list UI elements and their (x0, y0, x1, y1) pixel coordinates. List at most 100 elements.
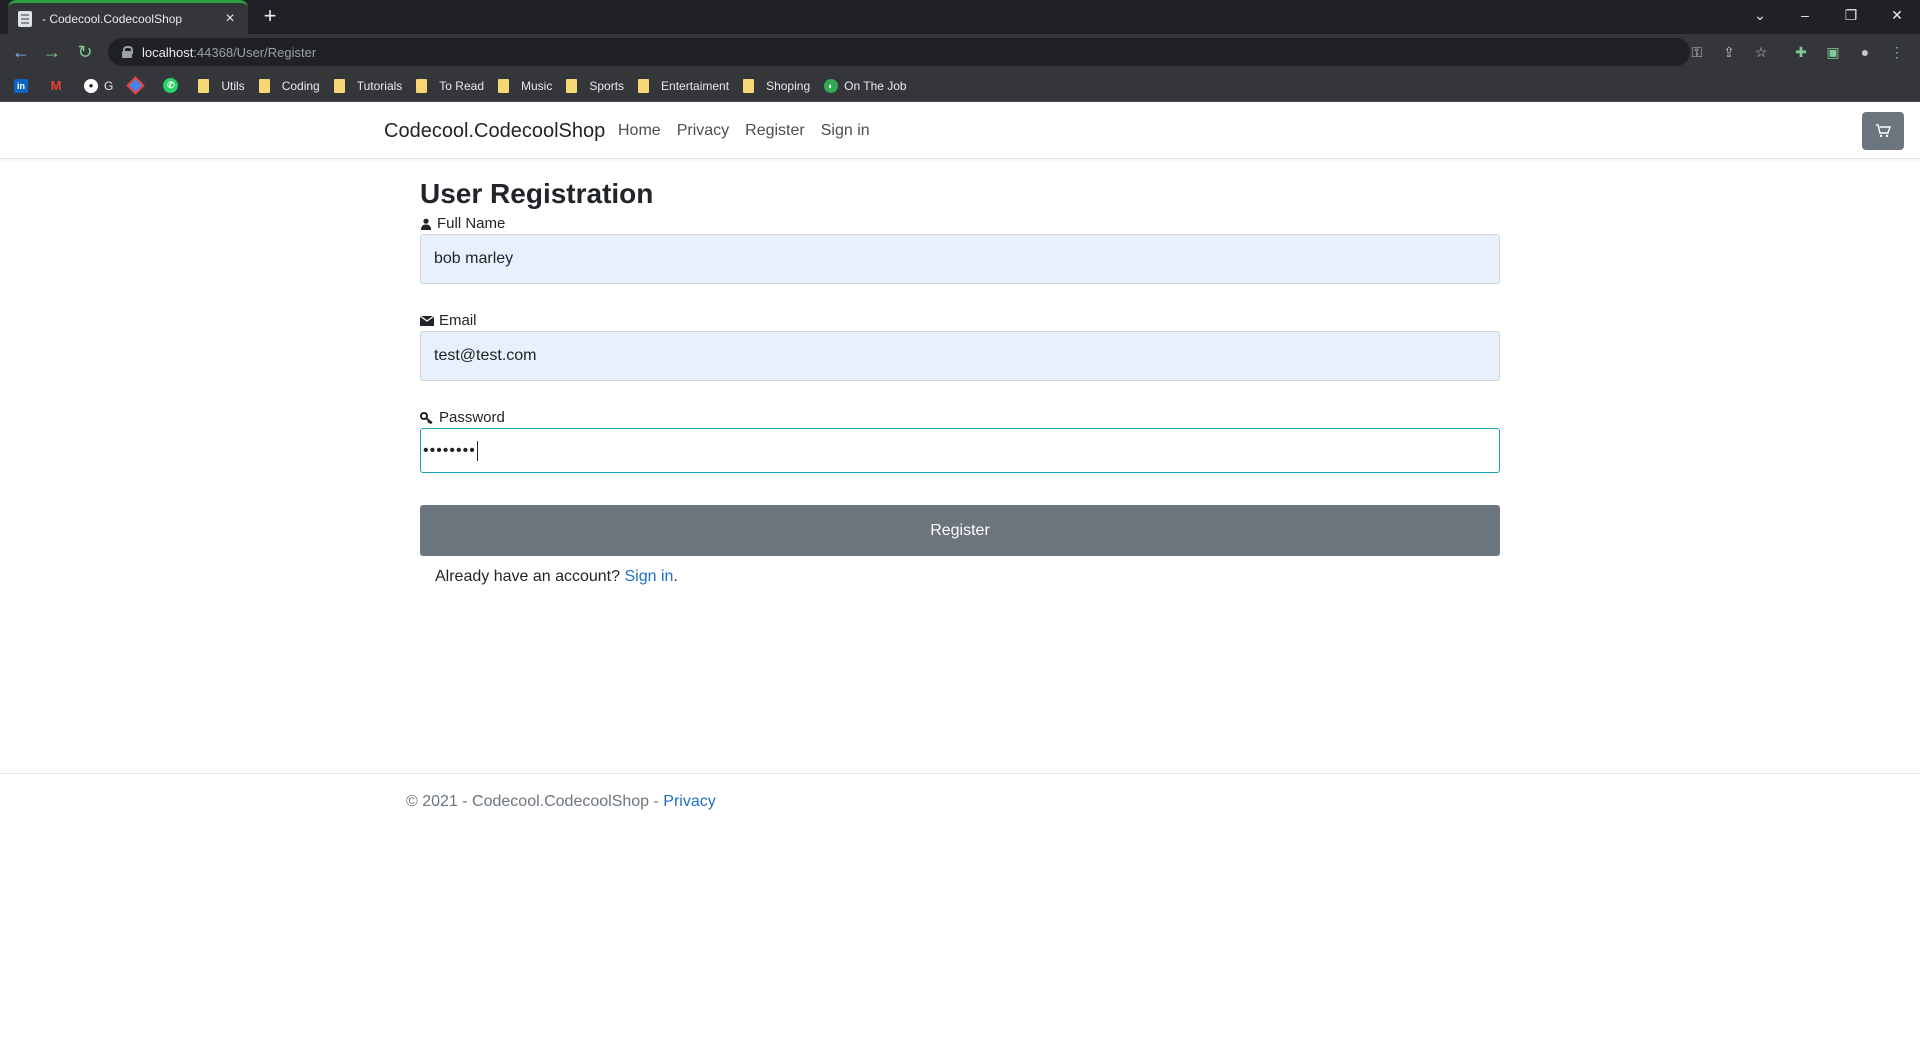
url-host: localhost (142, 44, 194, 60)
email-input[interactable]: test@test.com (420, 331, 1500, 381)
menu-icon[interactable]: ⋮ (1887, 42, 1907, 62)
full-name-label-text: Full Name (437, 214, 506, 232)
whatsapp-icon: ✆ (163, 78, 179, 93)
signin-link[interactable]: Sign in (624, 568, 673, 585)
signin-period: . (673, 568, 678, 585)
bookmark-folder-utils[interactable]: Utils (198, 78, 245, 93)
bookmark-folder-coding[interactable]: Coding (258, 78, 320, 93)
tab-search-icon[interactable]: ⌄ (1737, 0, 1783, 30)
bookmark-label: Entertaiment (661, 78, 730, 93)
nav-privacy[interactable]: Privacy (677, 122, 729, 140)
bookmark-label: On The Job (844, 78, 907, 93)
bookmark-label: Music (521, 78, 553, 93)
profile-avatar[interactable]: ● (1855, 42, 1875, 62)
folder-icon (333, 78, 345, 93)
bookmark-linkedin[interactable]: in (14, 78, 34, 93)
bookmark-folder-entertaiment[interactable]: Entertaiment (638, 78, 730, 93)
linkedin-icon: in (14, 78, 28, 93)
bookmark-folder-tutorials[interactable]: Tutorials (333, 78, 403, 93)
new-tab-button[interactable]: + (258, 5, 282, 29)
email-label-text: Email (439, 311, 477, 329)
cart-icon (1876, 124, 1891, 138)
register-button[interactable]: Register (420, 505, 1500, 556)
password-value: •••••••• (423, 441, 476, 459)
page-title: User Registration (420, 178, 654, 209)
bookmark-folder-music[interactable]: Music (498, 78, 553, 93)
registration-form: User Registration Full Name bob marley E… (419, 177, 1500, 586)
minimize-button[interactable]: – (1782, 0, 1828, 30)
folder-icon (198, 78, 210, 93)
password-label: Password (420, 407, 1500, 427)
star-icon[interactable]: ☆ (1751, 42, 1771, 62)
close-tab-icon[interactable]: × (222, 10, 238, 27)
signin-prompt: Already have an account? Sign in. (435, 568, 1500, 586)
address-bar[interactable]: localhost :44368/User/Register (108, 38, 1690, 66)
bookmark-label: Coding (281, 78, 320, 93)
site-navbar: Codecool.CodecoolShop Home Privacy Regis… (0, 103, 1920, 159)
envelope-icon (419, 314, 435, 326)
bookmark-label: G (104, 78, 114, 93)
browser-toolbar: ← → ↻ localhost :44368/User/Register ⚿ ⇪… (0, 34, 1920, 70)
folder-icon (498, 78, 509, 93)
full-name-input[interactable]: bob marley (420, 234, 1500, 284)
bookmark-whatsapp[interactable]: ✆ (163, 78, 184, 93)
nav-register[interactable]: Register (745, 122, 805, 140)
bookmark-label: Tutorials (356, 78, 403, 93)
folder-icon (638, 78, 650, 93)
window-close-button[interactable]: ✕ (1874, 0, 1920, 30)
nav-links: Home Privacy Register Sign in (618, 122, 886, 140)
password-input[interactable]: •••••••• (420, 428, 1500, 473)
bookmark-gmail[interactable]: M (48, 78, 70, 94)
key-icon[interactable]: ⚿ (1687, 42, 1707, 62)
email-value: test@test.com (434, 347, 537, 364)
bookmark-folder-shoping[interactable]: Shoping (743, 78, 811, 93)
back-icon[interactable]: ← (10, 41, 32, 63)
user-icon (420, 217, 432, 230)
nav-sign-in[interactable]: Sign in (821, 122, 870, 140)
bookmark-github[interactable]: ● G (84, 78, 114, 93)
lock-icon (122, 46, 133, 58)
site-footer: © 2021 - Codecool.CodecoolShop - Privacy (0, 773, 1920, 833)
full-name-label: Full Name (420, 213, 1500, 233)
gmail-icon: M (50, 78, 62, 93)
footer-copyright: © 2021 - Codecool.CodecoolShop - (406, 793, 664, 810)
folder-icon (743, 78, 755, 93)
folder-icon (566, 78, 578, 93)
bookmark-folder-sports[interactable]: Sports (566, 78, 625, 93)
browser-tab[interactable]: - Codecool.CodecoolShop × (8, 0, 248, 34)
bookmark-label: To Read (439, 78, 484, 93)
globe-icon: ◐ (824, 78, 839, 93)
folder-icon (416, 78, 428, 93)
key-icon (420, 411, 434, 425)
bookmarks-bar: in M ● G ✆ Utils Coding Tutorials To Read… (0, 70, 1920, 102)
folder-icon (258, 78, 270, 93)
bookmark-label: Sports (589, 78, 625, 93)
bookmark-folder-to-read[interactable]: To Read (416, 78, 484, 93)
bookmark-label: Shoping (766, 78, 811, 93)
email-label: Email (419, 310, 1500, 330)
browser-tabstrip: - Codecool.CodecoolShop × + ⌄ – ❐ ✕ (0, 0, 1920, 34)
cart-button[interactable] (1862, 112, 1904, 150)
extensions-icon[interactable]: ✚ (1791, 42, 1811, 62)
site-brand[interactable]: Codecool.CodecoolShop (384, 120, 605, 143)
text-caret (476, 440, 478, 461)
sidepanel-icon[interactable]: ▣ (1823, 42, 1843, 62)
url-path: :44368/User/Register (193, 44, 317, 60)
password-label-text: Password (439, 408, 505, 426)
restore-button[interactable]: ❐ (1828, 0, 1874, 30)
footer-privacy-link[interactable]: Privacy (663, 793, 715, 810)
github-icon: ● (84, 78, 98, 93)
nav-home[interactable]: Home (618, 122, 661, 140)
diamond-app-icon (127, 78, 143, 94)
bookmark-on-the-job[interactable]: ◐ On The Job (824, 78, 907, 93)
footer-text: © 2021 - Codecool.CodecoolShop - Privacy (406, 793, 716, 811)
already-text: Already have an account? (435, 568, 621, 585)
full-name-value: bob marley (434, 250, 514, 267)
share-icon[interactable]: ⇪ (1719, 42, 1739, 62)
forward-icon[interactable]: → (41, 41, 63, 63)
page-content: Codecool.CodecoolShop Home Privacy Regis… (0, 103, 1920, 1040)
bookmark-label: Utils (221, 78, 245, 93)
reload-icon[interactable]: ↻ (74, 41, 96, 63)
bookmark-app[interactable] (127, 78, 149, 94)
page-favicon-icon (18, 10, 32, 27)
